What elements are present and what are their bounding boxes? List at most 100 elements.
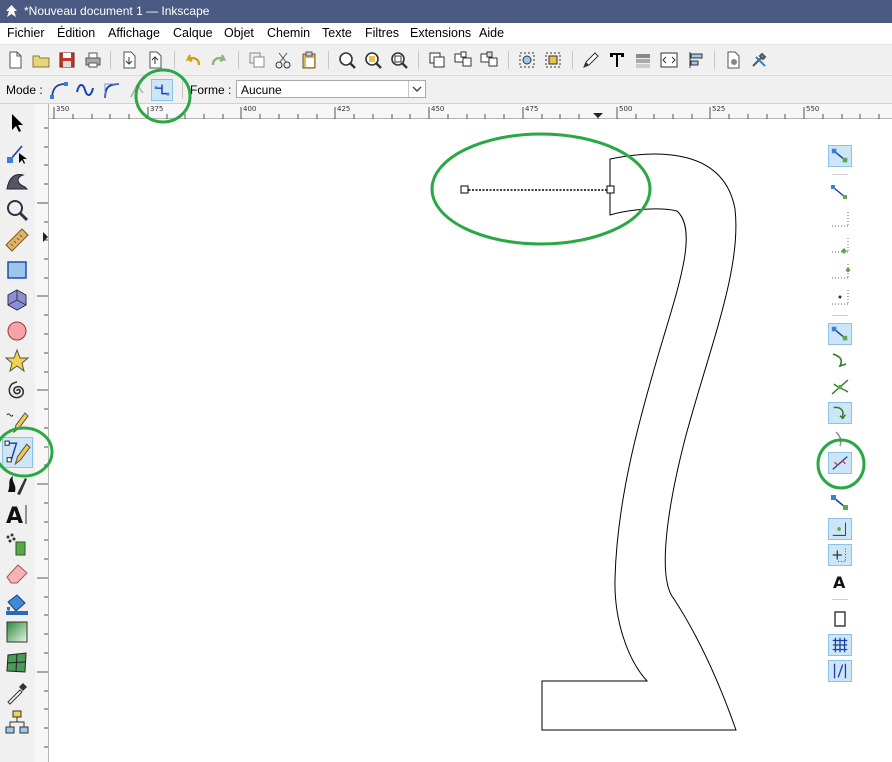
mode-paraxial-button[interactable] bbox=[151, 79, 173, 101]
text-tool-icon[interactable]: A bbox=[3, 500, 31, 528]
text-font-icon[interactable] bbox=[606, 49, 628, 71]
menu-fichier[interactable]: Fichier bbox=[7, 26, 45, 40]
measure-tool-icon[interactable] bbox=[3, 226, 31, 254]
calligraphy-tool-icon[interactable] bbox=[3, 470, 31, 498]
menu-objet[interactable]: Objet bbox=[224, 26, 254, 40]
chevron-down-icon bbox=[408, 81, 422, 97]
menu-texte[interactable]: Texte bbox=[322, 26, 352, 40]
new-document-icon[interactable] bbox=[4, 49, 26, 71]
mode-straight-lines-icon[interactable] bbox=[126, 79, 148, 101]
menu-edition[interactable]: Édition bbox=[57, 26, 95, 40]
bezier-pen-tool-button[interactable] bbox=[2, 437, 33, 468]
menu-chemin[interactable]: Chemin bbox=[267, 26, 310, 40]
menu-aide[interactable]: Aide bbox=[479, 26, 504, 40]
snap-cusp-nodes-button[interactable] bbox=[828, 402, 852, 424]
group-icon[interactable] bbox=[452, 49, 474, 71]
ruler-label-525: 525 bbox=[712, 105, 726, 113]
horizontal-ruler[interactable]: 350 375 400 425 450 475 500 525 550 bbox=[49, 104, 892, 119]
zoom-tool-icon[interactable] bbox=[3, 196, 31, 224]
clone-icon[interactable] bbox=[426, 49, 448, 71]
align-distribute-icon[interactable] bbox=[684, 49, 706, 71]
snap-line-midpoints-icon bbox=[832, 456, 848, 470]
document-properties-icon[interactable] bbox=[722, 49, 744, 71]
snap-bbox-icon[interactable] bbox=[828, 182, 852, 204]
zoom-drawing-icon[interactable] bbox=[362, 49, 384, 71]
snap-object-midpoints-icon bbox=[832, 522, 846, 536]
lower-bottom-icon[interactable] bbox=[542, 49, 564, 71]
snap-text-baseline-icon[interactable]: A bbox=[828, 570, 852, 592]
snap-object-midpoints-button[interactable] bbox=[828, 518, 852, 540]
zoom-page-icon[interactable] bbox=[388, 49, 410, 71]
node-tool-icon[interactable] bbox=[3, 139, 31, 167]
snap-enable-button[interactable] bbox=[828, 145, 852, 167]
import-icon[interactable] bbox=[118, 49, 140, 71]
eraser-tool-icon[interactable] bbox=[3, 559, 31, 587]
snap-to-paths-icon[interactable] bbox=[828, 350, 852, 372]
snap-bbox-center-icon[interactable] bbox=[828, 286, 852, 308]
star-tool-icon[interactable] bbox=[3, 347, 31, 375]
gradient-tool-icon[interactable] bbox=[3, 618, 31, 646]
mode-bspline-icon[interactable] bbox=[100, 79, 122, 101]
paste-icon[interactable] bbox=[298, 49, 320, 71]
3d-box-tool-icon[interactable] bbox=[3, 286, 31, 314]
commands-toolbar bbox=[0, 45, 892, 76]
toolbox: A bbox=[0, 104, 34, 762]
ellipse-tool-icon[interactable] bbox=[3, 317, 31, 345]
open-folder-icon[interactable] bbox=[30, 49, 52, 71]
drawn-shape-outline[interactable] bbox=[541, 153, 737, 731]
menu-extensions[interactable]: Extensions bbox=[410, 26, 471, 40]
svg-text:A: A bbox=[833, 573, 846, 592]
snap-rotation-center-button[interactable] bbox=[828, 544, 852, 566]
tweak-tool-icon[interactable] bbox=[3, 167, 31, 195]
drawing-canvas[interactable] bbox=[49, 119, 824, 762]
menu-affichage[interactable]: Affichage bbox=[108, 26, 160, 40]
xml-editor-icon[interactable] bbox=[658, 49, 680, 71]
start-node-handle[interactable] bbox=[460, 185, 469, 194]
vertical-ruler[interactable] bbox=[35, 104, 49, 762]
snap-guides-button[interactable] bbox=[828, 660, 852, 682]
snap-bbox-edge-icon[interactable] bbox=[828, 208, 852, 230]
connector-tool-icon[interactable] bbox=[3, 708, 31, 736]
snap-path-intersections-icon[interactable] bbox=[828, 376, 852, 398]
cut-icon[interactable] bbox=[272, 49, 294, 71]
raise-top-icon[interactable] bbox=[516, 49, 538, 71]
save-icon[interactable] bbox=[56, 49, 78, 71]
selector-tool-icon[interactable] bbox=[3, 109, 31, 137]
mode-label: Mode : bbox=[6, 83, 43, 97]
snap-bbox-corner-icon[interactable] bbox=[828, 234, 852, 256]
forme-select-value: Aucune bbox=[241, 83, 282, 97]
rectangle-tool-icon[interactable] bbox=[3, 256, 31, 284]
export-icon[interactable] bbox=[144, 49, 166, 71]
snap-smooth-nodes-icon[interactable] bbox=[828, 428, 852, 450]
mode-spiro-icon[interactable] bbox=[74, 79, 96, 101]
snap-bbox-edge-midpoint-icon[interactable] bbox=[828, 260, 852, 282]
pencil-tool-icon[interactable] bbox=[3, 407, 31, 435]
spray-tool-icon[interactable] bbox=[3, 530, 31, 558]
zoom-selection-icon[interactable] bbox=[336, 49, 358, 71]
menu-calque[interactable]: Calque bbox=[173, 26, 213, 40]
paint-bucket-tool-icon[interactable] bbox=[3, 589, 31, 617]
dropper-tool-icon[interactable] bbox=[3, 679, 31, 707]
spiral-tool-icon[interactable] bbox=[3, 377, 31, 405]
snap-line-midpoints-button[interactable] bbox=[828, 452, 852, 474]
redo-icon[interactable] bbox=[208, 49, 230, 71]
print-icon[interactable] bbox=[82, 49, 104, 71]
end-node-handle[interactable] bbox=[606, 185, 615, 194]
mode-regular-bezier-icon[interactable] bbox=[48, 79, 70, 101]
undo-icon[interactable] bbox=[182, 49, 204, 71]
layers-icon[interactable] bbox=[632, 49, 654, 71]
snap-grids-icon bbox=[832, 637, 848, 653]
snap-page-border-icon[interactable] bbox=[828, 608, 852, 630]
preferences-icon[interactable] bbox=[748, 49, 770, 71]
snap-nodes-button[interactable] bbox=[828, 323, 852, 345]
fill-stroke-icon[interactable] bbox=[580, 49, 602, 71]
ungroup-icon[interactable] bbox=[478, 49, 500, 71]
menu-filtres[interactable]: Filtres bbox=[365, 26, 399, 40]
vertical-ruler-ticks bbox=[37, 127, 48, 748]
snap-others-icon[interactable] bbox=[828, 492, 852, 514]
snap-grids-button[interactable] bbox=[828, 634, 852, 656]
mesh-tool-icon[interactable] bbox=[3, 649, 31, 677]
forme-select[interactable]: Aucune bbox=[236, 80, 426, 98]
ruler-label-500: 500 bbox=[619, 105, 633, 113]
duplicate-icon[interactable] bbox=[246, 49, 268, 71]
